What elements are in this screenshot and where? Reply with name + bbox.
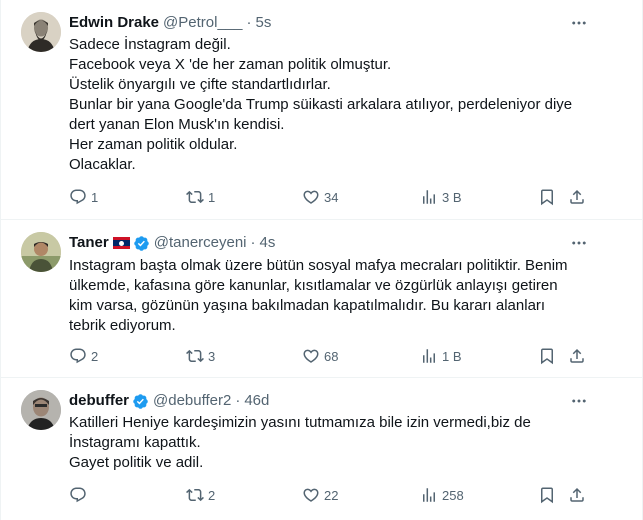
reply-icon [69,188,87,206]
tweet-header: Edwin Drake @Petrol___ · 5s [69,13,271,33]
text-line: Instagram başta olmak üzere bütün sosyal… [69,257,568,274]
like-count: 34 [324,189,339,205]
text-line: Facebook veya X 'de her zaman politik ol… [69,56,392,73]
text-line: Katilleri Heniye kardeşimizin yasını tut… [69,414,531,431]
text-line: Gayet politik ve adil. [69,454,204,471]
text-line: tebrik ediyorum. [69,317,176,334]
reply-icon [69,486,87,504]
avatar[interactable] [21,232,61,272]
bookmark-icon [538,486,556,504]
reply-count: 2 [91,348,99,364]
tweet-header: debuffer @debuffer2 · 46d [69,391,269,411]
views-button[interactable]: 3 B [420,187,462,207]
repost-count: 3 [208,348,216,364]
share-button[interactable] [568,346,586,366]
text-line: ülkemde, kafasına göre kanunlar, kısıtla… [69,277,558,294]
views-icon [420,486,438,504]
portrait-image [21,12,61,52]
separator-dot: · [235,392,241,409]
user-handle[interactable]: @debuffer2 [153,391,231,411]
more-icon[interactable] [570,14,588,32]
text-line: Sadece İnstagram değil. [69,36,231,53]
share-icon [568,486,586,504]
like-count: 68 [324,348,339,364]
bookmark-icon [538,347,556,365]
action-bar: 2 3 68 1 B [69,346,590,366]
repost-icon [186,486,204,504]
bookmark-button[interactable] [538,485,556,505]
reply-button[interactable]: 1 [69,187,98,207]
avatar[interactable] [21,390,61,430]
reply-button[interactable] [69,485,91,505]
like-button[interactable]: 68 [302,346,338,366]
action-bar: 2 22 258 [69,485,590,505]
reply-count: 1 [91,189,99,205]
text-line: İnstagramı kapattık. [69,434,201,451]
tweet-header: Taner @tanerceyeni · 4s [69,233,275,253]
separator-dot: · [246,14,252,31]
view-count: 1 B [442,348,462,364]
display-name[interactable]: debuffer [69,391,129,411]
like-count: 22 [324,487,339,503]
display-name[interactable]: Taner [69,233,109,253]
view-count: 258 [442,487,464,503]
timestamp[interactable]: 5s [255,13,271,33]
like-icon [302,347,320,365]
like-icon [302,486,320,504]
repost-icon [186,347,204,365]
repost-button[interactable]: 3 [186,346,215,366]
profile-photo [21,232,61,272]
profile-photo [21,390,61,430]
views-button[interactable]: 258 [420,485,464,505]
avatar[interactable] [21,12,61,52]
repost-icon [186,188,204,206]
tweet-feed: Edwin Drake @Petrol___ · 5s Sadece İnsta… [0,0,643,520]
like-button[interactable]: 22 [302,485,338,505]
user-handle[interactable]: @Petrol___ [163,13,242,33]
share-icon [568,188,586,206]
bookmark-button[interactable] [538,187,556,207]
text-line: Üstelik önyargılı ve çifte standartlıdır… [69,76,331,93]
reply-button[interactable]: 2 [69,346,98,366]
share-button[interactable] [568,187,586,207]
repost-count: 1 [208,189,216,205]
text-line: Her zaman politik oldular. [69,136,238,153]
flag-icon [112,237,130,249]
views-icon [420,188,438,206]
timestamp[interactable]: 46d [244,391,269,411]
tweet-text: Sadece İnstagram değil. Facebook veya X … [69,35,572,175]
display-name[interactable]: Edwin Drake [69,13,159,33]
tweet-text: Katilleri Heniye kardeşimizin yasını tut… [69,413,531,473]
bookmark-icon [538,188,556,206]
views-icon [420,347,438,365]
verified-icon [133,235,150,252]
action-bar: 1 1 34 3 B [69,187,590,207]
view-count: 3 B [442,189,462,205]
reply-icon [69,347,87,365]
tweet[interactable]: debuffer @debuffer2 · 46d Katilleri Heni… [1,378,642,520]
tweet-text: Instagram başta olmak üzere bütün sosyal… [69,256,568,336]
like-icon [302,188,320,206]
timestamp[interactable]: 4s [260,233,276,253]
text-line: Olacaklar. [69,156,136,173]
bookmark-button[interactable] [538,346,556,366]
repost-button[interactable]: 1 [186,187,215,207]
text-line: dert yanan Elon Musk'ın kendisi. [69,116,285,133]
tweet[interactable]: Edwin Drake @Petrol___ · 5s Sadece İnsta… [1,0,642,220]
user-handle[interactable]: @tanerceyeni [154,233,247,253]
text-line: Bunlar bir yana Google'da Trump süikasti… [69,96,573,113]
repost-count: 2 [208,487,216,503]
views-button[interactable]: 1 B [420,346,462,366]
text-line: kim varsa, gözünün yaşına bakılmadan kap… [69,297,546,314]
more-icon[interactable] [570,392,588,410]
share-icon [568,347,586,365]
tweet[interactable]: Taner @tanerceyeni · 4s Instagram başta … [1,220,642,378]
like-button[interactable]: 34 [302,187,338,207]
repost-button[interactable]: 2 [186,485,215,505]
separator-dot: · [250,234,256,251]
more-icon[interactable] [570,234,588,252]
verified-icon [132,393,149,410]
share-button[interactable] [568,485,586,505]
